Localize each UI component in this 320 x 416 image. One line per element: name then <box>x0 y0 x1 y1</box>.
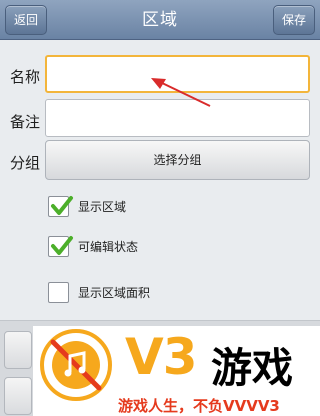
watermark-slogan: 游戏人生，不负VVVV3 <box>118 397 280 415</box>
watermark-logo-icon <box>40 329 112 401</box>
watermark-brand: 游戏 <box>211 344 293 392</box>
list-button-stub[interactable] <box>4 331 32 369</box>
watermark-logo-text: V3 <box>125 328 197 386</box>
watermark: V3 游戏 游戏人生，不负VVVV3 <box>33 326 320 416</box>
list-button-stub[interactable] <box>4 377 32 415</box>
